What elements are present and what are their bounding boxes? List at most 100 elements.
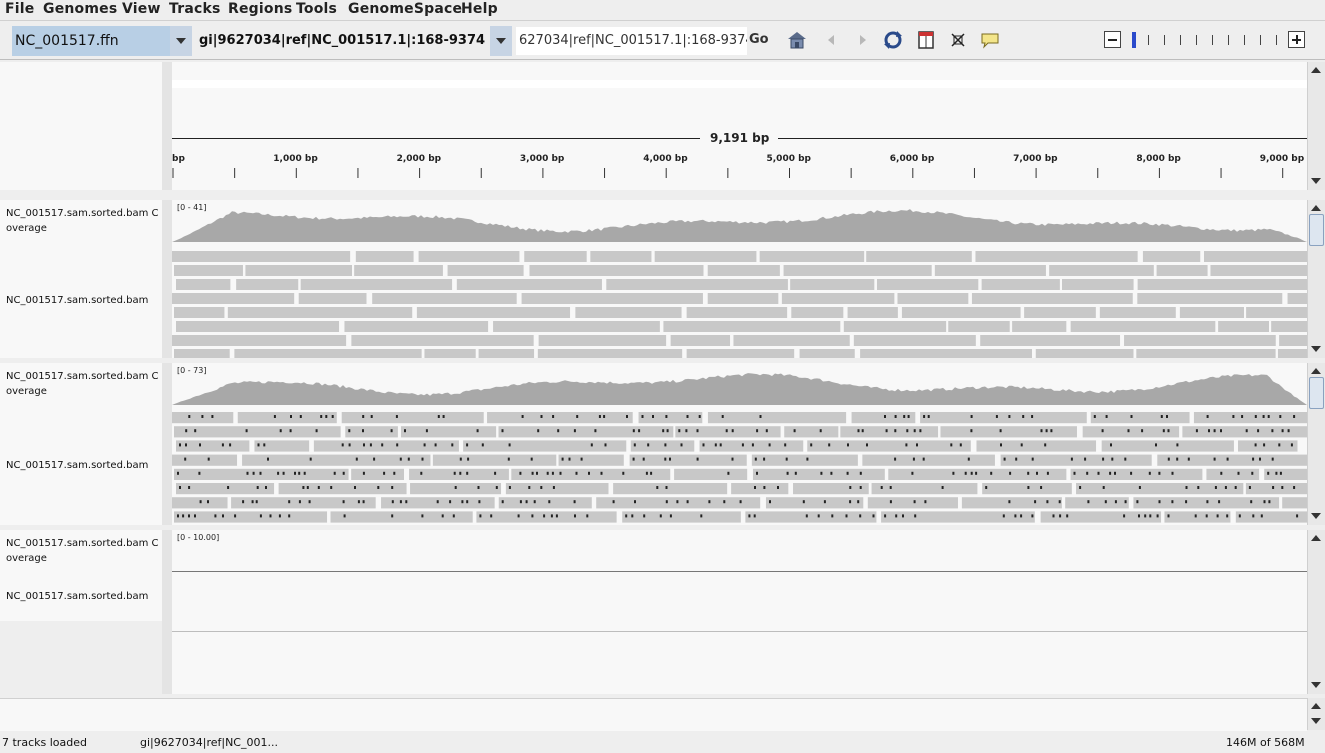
alignment-track-2[interactable] [172,411,1307,525]
read-alignment [313,440,459,452]
mismatch-marker [656,486,659,489]
menu-help[interactable]: Help [461,1,498,17]
read-alignment [372,293,517,304]
track-scrollbar-1[interactable] [1307,200,1325,358]
read-alignment [245,265,352,276]
coverage-track-1[interactable] [172,200,1307,242]
scroll-up-icon[interactable] [1310,532,1322,544]
genome-dropdown[interactable]: NC_001517.ffn [12,26,192,56]
track-name-coverage-3[interactable]: NC_001517.sam.sorted.bam Coverage [6,536,162,566]
mismatch-marker [308,500,311,504]
feature-panel[interactable] [0,698,1307,731]
popup-info-icon[interactable] [979,29,1001,51]
mismatch-marker [866,443,868,447]
zoom-tick[interactable] [1276,35,1277,45]
chevron-down-icon[interactable] [170,26,192,56]
mismatch-marker [391,500,394,504]
zoom-tick[interactable] [1260,35,1261,45]
mismatch-marker [1109,471,1112,475]
track-name-alignment-2[interactable]: NC_001517.sam.sorted.bam [6,458,162,473]
menu-genomes[interactable]: Genomes [43,1,117,17]
read-alignment [670,335,731,346]
track-name-coverage-1[interactable]: NC_001517.sam.sorted.bam Coverage [6,206,162,236]
header-scrollbar[interactable] [1307,62,1325,190]
read-alignment [298,293,367,304]
zoom-tick[interactable] [1228,35,1229,45]
scroll-thumb[interactable] [1309,377,1324,409]
coverage-track-2[interactable] [172,363,1307,405]
mismatch-marker [903,415,906,418]
mismatch-marker [1144,514,1147,518]
zoom-in-icon[interactable] [1288,31,1305,48]
zoom-tick[interactable] [1164,35,1165,45]
scroll-thumb[interactable] [1309,214,1324,246]
forward-icon[interactable] [852,29,874,51]
zoom-tick[interactable] [1244,35,1245,45]
menu-regions[interactable]: Regions [228,1,292,17]
track-name-alignment-1[interactable]: NC_001517.sam.sorted.bam [6,293,162,308]
mismatch-marker [395,415,398,418]
menu-file[interactable]: File [5,1,34,17]
read-alignment [982,483,1072,495]
scroll-down-icon[interactable] [1310,343,1322,355]
mismatch-marker [1267,415,1270,418]
track-scrollbar-2[interactable] [1307,363,1325,525]
zoom-out-icon[interactable] [1104,31,1121,48]
ruler-panel[interactable]: 9,191 bp [172,62,1307,190]
back-icon[interactable] [820,29,842,51]
mismatch-marker [1248,486,1251,489]
read-alignment [242,454,431,466]
locus-search-input[interactable]: 627034|ref|NC_001517.1|:168-9374 [516,27,747,55]
mismatch-marker [255,500,258,504]
mismatch-marker [434,443,437,447]
read-alignment [784,426,839,438]
zoom-tick[interactable] [1148,35,1149,45]
cytoband[interactable] [172,62,1307,88]
home-icon[interactable] [786,29,808,51]
scroll-down-icon[interactable] [1310,175,1322,187]
refresh-icon[interactable] [882,29,904,51]
track-name-alignment-3[interactable]: NC_001517.sam.sorted.bam [6,589,162,604]
mismatch-marker [1250,500,1253,504]
data-panel-2[interactable]: [0 - 73] [172,363,1307,525]
data-panel-1[interactable]: [0 - 41] [172,200,1307,358]
mismatch-marker [1206,415,1209,418]
scroll-up-icon[interactable] [1310,64,1322,76]
zoom-tick[interactable] [1196,35,1197,45]
go-button[interactable]: Go [749,32,769,47]
scroll-down-icon[interactable] [1310,510,1322,522]
ruler-tick-label: 3,000 bp [519,154,565,164]
scroll-up-icon[interactable] [1310,365,1322,377]
scroll-down-icon[interactable] [1310,679,1322,691]
menu-tracks[interactable]: Tracks [169,1,221,17]
chromosome-dropdown[interactable]: gi|9627034|ref|NC_001517.1|:168-9374 [196,26,512,56]
mismatch-marker [481,443,484,447]
mismatch-marker [573,429,576,433]
menu-genomespace[interactable]: GenomeSpace [348,1,462,17]
mismatch-marker [1254,443,1257,447]
scroll-up-icon[interactable] [1310,202,1322,214]
feature-scrollbar[interactable] [1307,698,1325,730]
mismatch-marker [519,500,522,504]
scroll-down-icon[interactable] [1310,715,1322,727]
read-alignment [575,307,682,318]
chevron-down-icon[interactable] [490,26,512,56]
fit-to-window-icon[interactable] [947,29,969,51]
mismatch-marker [741,443,744,447]
scroll-up-icon[interactable] [1310,700,1322,712]
mismatch-marker [645,471,648,475]
track-scrollbar-3[interactable] [1307,530,1325,694]
mismatch-marker [751,443,754,447]
menu-tools[interactable]: Tools [296,1,337,17]
zoom-slider[interactable] [1126,31,1286,48]
region-of-interest-icon[interactable] [915,29,937,51]
alignment-track-1[interactable] [172,250,1307,358]
menu-view[interactable]: View [122,1,161,17]
track-name-coverage-2[interactable]: NC_001517.sam.sorted.bam Coverage [6,369,162,399]
zoom-tick[interactable] [1180,35,1181,45]
data-panel-3[interactable]: [0 - 10.00] [172,530,1307,694]
mismatch-marker [348,429,351,433]
zoom-current-tick[interactable] [1132,32,1136,48]
read-alignment [862,454,995,466]
zoom-tick[interactable] [1212,35,1213,45]
